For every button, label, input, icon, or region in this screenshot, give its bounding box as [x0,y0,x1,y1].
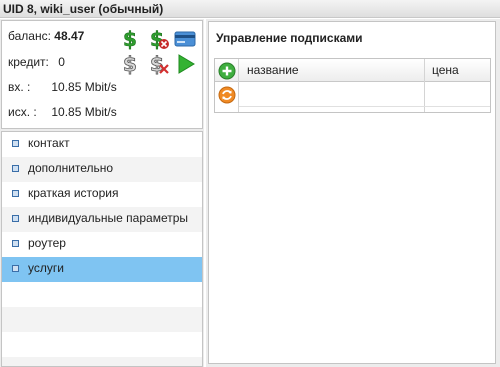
nav-item-label: индивидуальные параметры [28,211,189,225]
outgoing-label: исх. : [8,105,37,119]
account-info-panel: баланс: 48.47 кредит: 0 вх. : 10.85 Mbit… [1,20,203,129]
credit-value: 0 [58,55,65,69]
incoming-speed-row: вх. : 10.85 Mbit/s [8,80,117,94]
nav-item-router[interactable]: роутер [2,232,202,257]
bullet-icon [12,215,19,222]
column-divider [424,59,425,112]
refresh-icon[interactable] [218,86,236,104]
nav-item-label: контакт [28,136,70,150]
balance-label: баланс: [8,29,51,43]
play-icon[interactable] [176,54,196,74]
nav-item-label: дополнительно [28,161,114,175]
subscriptions-panel: Управление подписками название цена [208,21,496,364]
empty-row [2,282,202,307]
add-subscription-icon[interactable] [218,62,236,80]
credit-row: кредит: 0 [8,55,65,69]
subscriptions-grid: название цена [214,58,491,113]
bullet-icon [12,165,19,172]
bullet-icon [12,240,19,247]
nav-item-individual-params[interactable]: индивидуальные параметры [2,207,202,232]
nav-item-services[interactable]: услуги [2,257,202,282]
empty-row [2,357,202,366]
window-title: UID 8, wiki_user (обычный) [0,0,500,18]
balance-value: 48.47 [54,29,85,43]
outgoing-speed-row: исх. : 10.85 Mbit/s [8,105,117,119]
nav-item-label: услуги [28,261,64,275]
dollar-gray-delete-icon[interactable]: $ [148,52,169,76]
nav-item-additional[interactable]: дополнительно [2,157,202,182]
nav-item-history[interactable]: краткая история [2,182,202,207]
table-row [239,106,490,107]
empty-row [2,307,202,332]
nav-item-contact[interactable]: контакт [2,132,202,157]
svg-text:$: $ [123,53,137,75]
column-header-name[interactable]: название [247,63,299,77]
bullet-icon [12,265,19,272]
incoming-value: 10.85 Mbit/s [51,80,117,94]
bullet-icon [12,140,19,147]
credit-card-icon[interactable] [174,31,196,51]
left-column: баланс: 48.47 кредит: 0 вх. : 10.85 Mbit… [0,19,204,367]
credit-label: кредит: [8,55,49,69]
bullet-icon [12,190,19,197]
dollar-gray-icon[interactable]: $ [120,52,140,77]
right-column: Управление подписками название цена [206,19,500,367]
column-header-price[interactable]: цена [432,63,459,77]
column-divider [238,59,239,112]
incoming-label: вх. : [8,80,31,94]
svg-text:$: $ [123,28,137,50]
balance-row: баланс: 48.47 [8,29,84,43]
empty-row [2,332,202,357]
panel-title: Управление подписками [216,31,363,45]
navigation-list: контакт дополнительно краткая история ин… [1,131,203,367]
nav-item-label: краткая история [28,186,119,200]
outgoing-value: 10.85 Mbit/s [51,105,117,119]
nav-item-label: роутер [28,236,66,250]
dollar-icon[interactable]: $ [120,27,140,52]
dollar-delete-icon[interactable]: $ [148,27,169,51]
